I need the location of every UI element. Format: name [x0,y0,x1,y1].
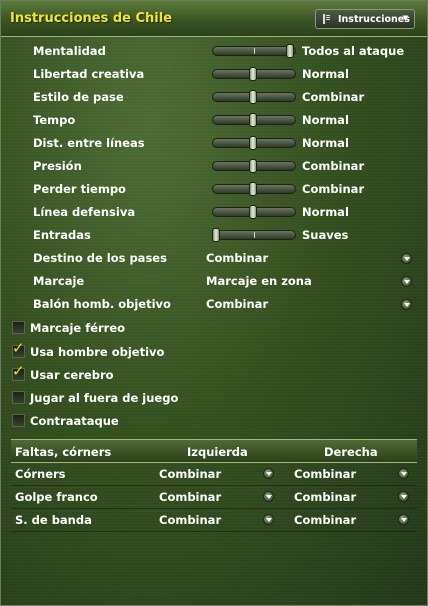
slider-label: Línea defensiva [33,205,136,219]
use-target-man-checkbox[interactable]: ✓ [12,341,25,358]
checkbox-label: Marcaje férreo [30,321,126,335]
slider-label: Entradas [33,228,91,242]
chevron-down-icon[interactable] [398,491,409,502]
dropdown-label: Marcaje [33,274,85,288]
slider-knob[interactable] [249,182,257,196]
slider-knob[interactable] [249,136,257,150]
mentality-slider[interactable] [212,44,296,58]
creative-freedom-slider[interactable] [212,67,296,81]
defensive-line-slider[interactable] [212,205,296,219]
slider-value: Normal [302,113,349,127]
slider-label: Libertad creativa [33,67,145,81]
slider-knob[interactable] [249,67,257,81]
slider-value: Combinar [302,90,365,104]
checkbox-label: Jugar al fuera de juego [30,391,179,405]
slider-value: Normal [302,136,349,150]
table-row-throw-in: S. de banda Combinar Combinar [11,509,417,532]
slider-value: Normal [302,67,349,81]
throw-in-left-dropdown[interactable]: Combinar [159,513,221,527]
slider-value: Normal [302,205,349,219]
offside-trap-checkbox[interactable] [12,391,25,404]
chevron-down-icon[interactable] [401,276,412,287]
chevron-down-icon[interactable] [263,491,274,502]
column-header-right: Derecha [324,445,378,459]
row-label: Córners [15,467,66,481]
slider-knob[interactable] [249,205,257,219]
column-header-left: Izquierda [187,445,248,459]
instructions-menu-label: Instrucciones [338,14,410,25]
chevron-down-icon[interactable] [263,468,274,479]
slider-knob[interactable] [286,44,294,58]
dropdown-arrow-icon: ▼ [402,14,408,22]
slider-knob[interactable] [212,228,220,242]
chevron-down-icon[interactable] [401,299,412,310]
corners-left-dropdown[interactable]: Combinar [159,467,221,481]
panel-header: Instrucciones de Chile Instrucciones ▼ [1,1,427,37]
dropdown-label: Destino de los pases [33,251,167,265]
checkbox-label: Usa hombre objetivo [30,345,165,359]
slider-label: Presión [33,159,82,173]
slider-value: Combinar [302,159,365,173]
dropdown-label: Balón homb. objetivo [33,297,171,311]
slider-value: Suaves [302,228,349,242]
slider-label: Dist. entre líneas [33,136,145,150]
slider-knob[interactable] [249,90,257,104]
instructions-menu-button[interactable]: Instrucciones ▼ [315,9,415,29]
slider-label: Estilo de pase [33,90,124,104]
slider-knob[interactable] [249,113,257,127]
pressing-slider[interactable] [212,159,296,173]
row-label: Golpe franco [15,490,98,504]
tempo-slider[interactable] [212,113,296,127]
chevron-down-icon[interactable] [263,514,274,525]
slider-value: Todos al ataque [302,44,405,58]
corners-right-dropdown[interactable]: Combinar [294,467,356,481]
checkbox-label: Contraataque [30,414,119,428]
time-wasting-slider[interactable] [212,182,296,196]
slider-label: Perder tiempo [33,182,126,196]
target-man-ball-dropdown[interactable]: Combinar [206,297,268,311]
slider-label: Mentalidad [33,44,106,58]
panel-title: Instrucciones de Chile [10,11,173,26]
column-header-set-pieces: Faltas, córners [15,445,112,459]
check-icon: ✓ [12,339,25,357]
row-label: S. de banda [15,513,92,527]
tackling-slider[interactable] [212,228,296,242]
check-icon: ✓ [12,362,25,380]
slider-label: Tempo [33,113,76,127]
table-row-corners: Córners Combinar Combinar [11,463,417,486]
free-kick-left-dropdown[interactable]: Combinar [159,490,221,504]
marking-dropdown[interactable]: Marcaje en zona [206,274,312,288]
use-playmaker-checkbox[interactable]: ✓ [12,364,25,381]
chevron-down-icon[interactable] [398,514,409,525]
slider-knob[interactable] [249,159,257,173]
team-instructions-panel: Instrucciones de Chile Instrucciones ▼ M… [0,0,428,606]
slider-value: Combinar [302,182,365,196]
checkbox-label: Usar cerebro [30,368,114,382]
counter-attack-checkbox[interactable] [12,414,25,427]
passing-target-dropdown[interactable]: Combinar [206,251,268,265]
chevron-down-icon[interactable] [398,468,409,479]
tight-marking-checkbox[interactable] [12,321,25,334]
document-icon [323,14,330,24]
line-distance-slider[interactable] [212,136,296,150]
free-kick-right-dropdown[interactable]: Combinar [294,490,356,504]
table-row-free-kick: Golpe franco Combinar Combinar [11,486,417,509]
chevron-down-icon[interactable] [401,253,412,264]
throw-in-right-dropdown[interactable]: Combinar [294,513,356,527]
passing-style-slider[interactable] [212,90,296,104]
set-pieces-table-header: Faltas, córners Izquierda Derecha [11,439,417,463]
